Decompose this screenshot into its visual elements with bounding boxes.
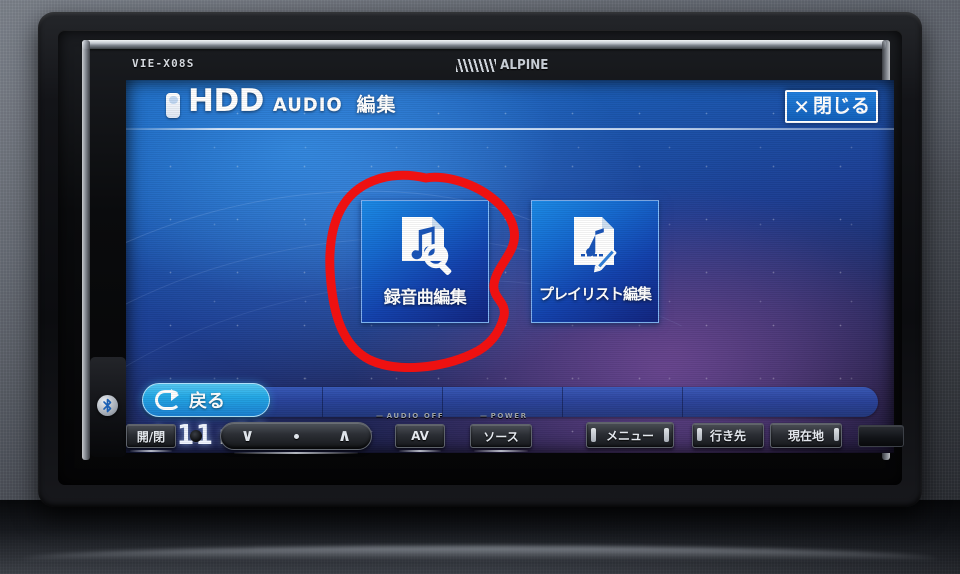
destination-pip bbox=[697, 428, 702, 441]
source-label: ソース bbox=[483, 429, 519, 444]
blank-slot bbox=[858, 425, 904, 447]
button-underline bbox=[130, 450, 172, 452]
power-label: POWER bbox=[480, 412, 528, 420]
open-close-label: 開/閉 bbox=[136, 429, 166, 444]
head-unit: VIE-X08S ALPINE HDD AUDIO 編集 ✕ 閉じる 録音曲編集… bbox=[38, 12, 922, 507]
dashboard-shadow bbox=[0, 500, 960, 574]
destination-label: 行き先 bbox=[709, 429, 746, 443]
screen-scanlines bbox=[126, 80, 894, 453]
chrome-trim-left bbox=[82, 40, 90, 460]
button-underline bbox=[399, 450, 441, 452]
current-location-label: 現在地 bbox=[787, 429, 824, 443]
menu-pip-left bbox=[591, 428, 596, 442]
menu-pip-right bbox=[664, 428, 669, 442]
alpine-wordmark: ALPINE bbox=[500, 57, 549, 73]
current-location-button[interactable]: 現在地 bbox=[770, 423, 842, 448]
audio-off-label: AUDIO OFF bbox=[376, 412, 444, 420]
source-button[interactable]: ソース bbox=[470, 424, 532, 448]
volume-down-icon[interactable]: ∨ bbox=[241, 427, 255, 445]
reset-hole[interactable] bbox=[190, 430, 202, 442]
button-underline bbox=[474, 450, 528, 452]
alpine-stripes-icon bbox=[456, 58, 496, 72]
screenshot-root: VIE-X08S ALPINE HDD AUDIO 編集 ✕ 閉じる 録音曲編集… bbox=[0, 0, 960, 574]
chrome-trim-top bbox=[82, 40, 886, 49]
volume-rocker[interactable]: ∨ ∧ bbox=[220, 422, 372, 450]
rocker-underline bbox=[234, 452, 358, 454]
menu-button[interactable]: メニュー bbox=[586, 422, 674, 448]
destination-button[interactable]: 行き先 bbox=[692, 423, 764, 448]
av-label: AV bbox=[411, 429, 429, 443]
alpine-logo: ALPINE bbox=[456, 56, 574, 74]
av-button[interactable]: AV bbox=[395, 424, 445, 448]
volume-up-icon[interactable]: ∧ bbox=[338, 427, 352, 445]
physical-button-row: AUDIO OFF POWER 開/閉 ∨ ∧ AV ソース メニ bbox=[58, 410, 904, 467]
menu-label: メニュー bbox=[605, 428, 654, 443]
open-close-button[interactable]: 開/閉 bbox=[126, 424, 176, 448]
current-location-pip bbox=[834, 428, 839, 441]
lcd-screen: HDD AUDIO 編集 ✕ 閉じる 録音曲編集 プレイリスト編集 戻る bbox=[126, 80, 894, 453]
model-number-label: VIE-X08S bbox=[132, 57, 195, 70]
rocker-center-dot bbox=[293, 433, 299, 439]
